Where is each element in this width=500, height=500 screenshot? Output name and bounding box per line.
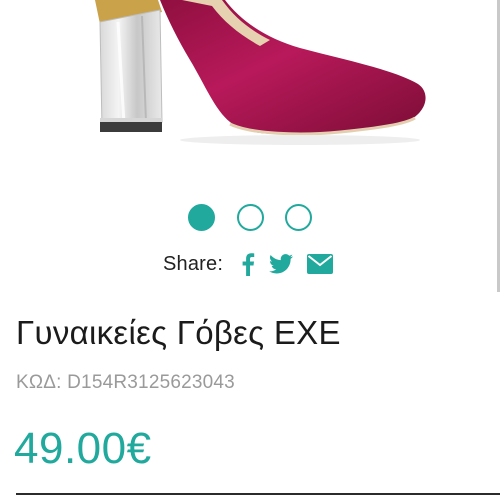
product-title: Γυναικείες Γόβες EXE <box>16 314 341 351</box>
email-icon[interactable] <box>307 254 334 274</box>
twitter-icon[interactable] <box>269 254 294 274</box>
product-code-label: ΚΩΔ: <box>16 372 62 393</box>
facebook-icon[interactable] <box>241 252 255 276</box>
image-carousel-dots <box>188 200 312 234</box>
product-code: ΚΩΔ: D154R3125623043 <box>16 372 235 394</box>
product-code-value: D154R3125623043 <box>67 372 235 393</box>
product-image[interactable] <box>0 0 500 175</box>
carousel-dot-2[interactable] <box>236 203 264 231</box>
carousel-dot-3[interactable] <box>285 203 312 231</box>
product-price: 49.00€ <box>14 424 152 473</box>
carousel-dot-1[interactable] <box>188 203 215 231</box>
share-label: Share: <box>163 252 224 275</box>
share-row: Share: <box>163 248 347 280</box>
divider <box>16 493 500 495</box>
